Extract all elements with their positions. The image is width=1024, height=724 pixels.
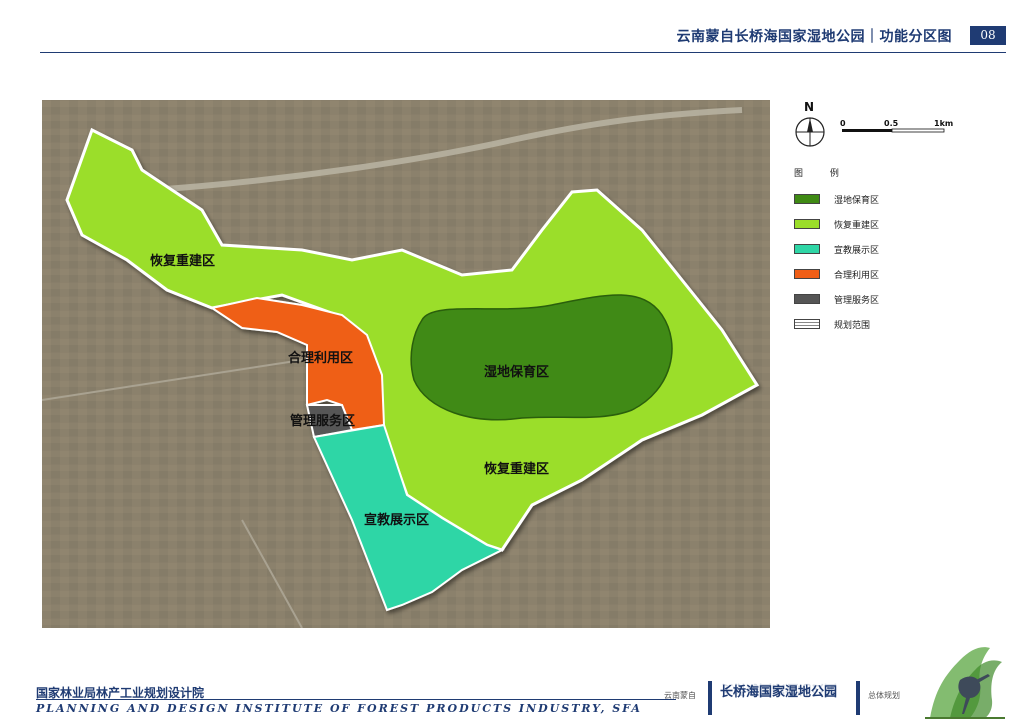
legend-item-education: 宣教展示区 bbox=[794, 242, 879, 256]
legend-item-boundary: 规划范围 bbox=[794, 317, 870, 331]
zone-label-restore-south: 恢复重建区 bbox=[484, 461, 549, 477]
legend-item-restore: 恢复重建区 bbox=[794, 217, 879, 231]
north-arrow-icon: N bbox=[795, 100, 825, 147]
scale-tick-2: 1km bbox=[934, 119, 953, 128]
zoning-map[interactable]: 恢复重建区 合理利用区 湿地保育区 管理服务区 恢复重建区 宣教展示区 bbox=[42, 100, 770, 628]
zone-label-management: 管理服务区 bbox=[290, 413, 355, 429]
footer-location: 云南蒙自 bbox=[664, 691, 696, 700]
scale-tick-1: 0.5 bbox=[884, 119, 899, 128]
legend-label: 规划范围 bbox=[834, 320, 871, 331]
legend-swatch bbox=[794, 219, 820, 229]
map-canvas: 恢复重建区 合理利用区 湿地保育区 管理服务区 恢复重建区 宣教展示区 bbox=[42, 100, 770, 628]
legend-swatch bbox=[794, 194, 820, 204]
legend-label: 管理服务区 bbox=[834, 295, 880, 306]
legend-item-management: 管理服务区 bbox=[794, 292, 879, 306]
legend-item-wetland-protect: 湿地保育区 bbox=[794, 192, 879, 206]
legend-title: 图 例 bbox=[794, 169, 851, 179]
legend-swatch bbox=[794, 269, 820, 279]
legend-swatch bbox=[794, 244, 820, 254]
legend-label: 合理利用区 bbox=[834, 270, 880, 281]
scale-bar: 0 0.5 1km bbox=[840, 119, 953, 133]
zone-label-education: 宣教展示区 bbox=[364, 512, 429, 528]
footer-plan-type: 总体规划 bbox=[868, 691, 900, 700]
footer-divider bbox=[36, 699, 676, 700]
heron-logo-icon bbox=[925, 647, 1005, 719]
zone-label-reasonable-use: 合理利用区 bbox=[288, 350, 353, 366]
page-title: 云南蒙自长桥海国家湿地公园｜功能分区图 bbox=[676, 29, 952, 45]
park-name-reflection: 长桥海国家湿地公园 bbox=[720, 681, 838, 700]
park-name-reflection-text: 长桥海国家湿地公园 bbox=[720, 681, 838, 696]
legend-label: 湿地保育区 bbox=[834, 195, 880, 206]
legend-panel: N 0 0.5 1km 图 例 湿地保育区 恢复重建区 宣教展示区 合理利用区 … bbox=[778, 100, 978, 340]
zone-label-restore-north: 恢复重建区 bbox=[150, 253, 215, 269]
zone-label-wetland-protect: 湿地保育区 bbox=[484, 364, 549, 380]
legend-item-reasonable-use: 合理利用区 bbox=[794, 267, 879, 281]
zone-wetland-protect[interactable] bbox=[410, 294, 673, 421]
legend-label: 宣教展示区 bbox=[834, 245, 880, 256]
legend-swatch bbox=[794, 294, 820, 304]
legend-swatch bbox=[794, 319, 820, 329]
header-divider bbox=[40, 52, 1006, 53]
page-number: 08 bbox=[970, 26, 1006, 45]
north-label: N bbox=[804, 100, 814, 114]
legend-label: 恢复重建区 bbox=[834, 220, 880, 231]
scale-tick-0: 0 bbox=[840, 119, 846, 128]
footer-bar bbox=[708, 681, 712, 715]
institute-name-en: PLANNING AND DESIGN INSTITUTE OF FOREST … bbox=[36, 702, 642, 715]
footer-bar bbox=[856, 681, 860, 715]
